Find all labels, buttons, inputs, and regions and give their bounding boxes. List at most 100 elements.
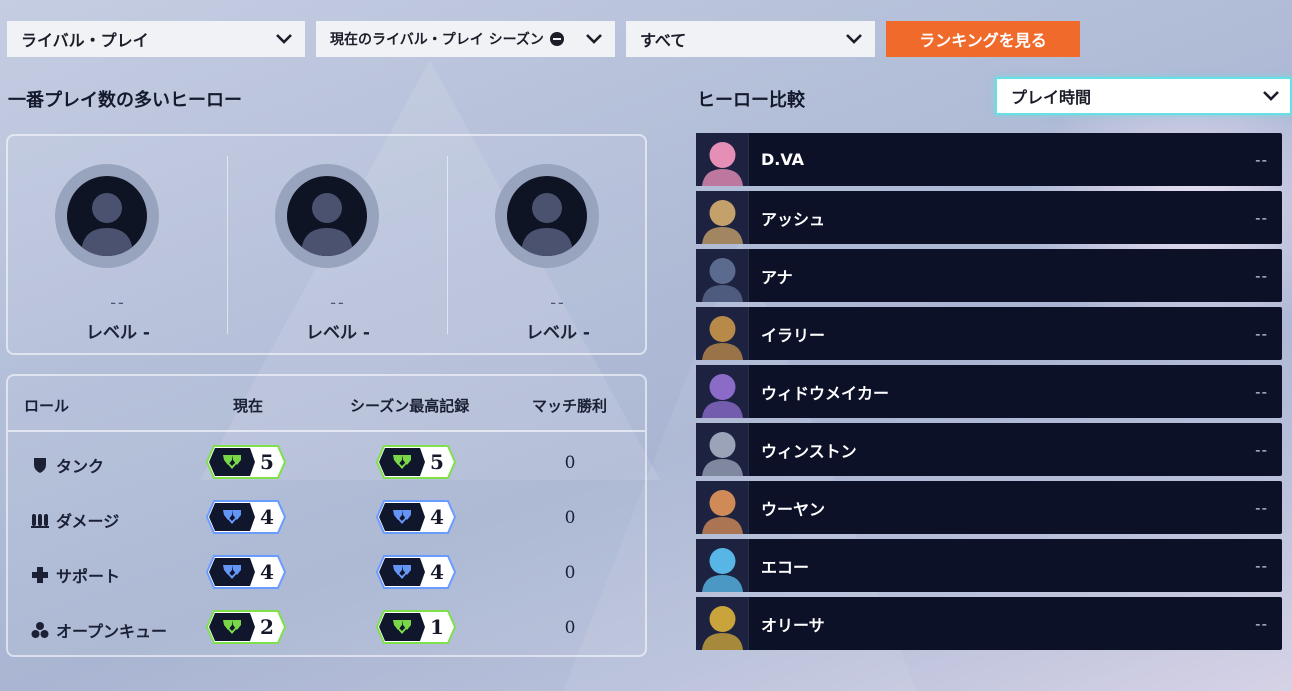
ranking-button[interactable]: ランキングを見る [886,21,1080,57]
avatar [275,164,379,268]
mode-dropdown-label: ライバル・プレイ [21,31,149,50]
avatar [495,164,599,268]
current-rank-number: 4 [260,505,274,529]
hero-level: レベル - [86,323,150,343]
hero-compare-name: ウーヤン [761,499,826,519]
cross-icon [30,565,50,585]
role-row: タンク 5 5 0 [0,443,648,483]
most-played-panel: -- レベル - -- レベル - -- レベル - [6,134,647,355]
hero-compare-value: -- [1255,498,1268,517]
season-best-rank-number: 1 [430,615,444,639]
bullets-icon [30,510,50,530]
hero-portrait [696,481,749,534]
hero-portrait [696,249,749,302]
hero-portrait [696,133,749,186]
compare-metric-dropdown[interactable]: プレイ時間 [995,77,1292,115]
most-played-title: 一番プレイ数の多いヒーロー [8,90,242,111]
hero-compare-name: エコー [761,557,810,577]
hero-compare-value: -- [1255,324,1268,343]
role-row: オープンキュー 2 1 0 [0,608,648,648]
hero-level: レベル - [526,323,590,343]
hero-compare-value: -- [1255,208,1268,227]
chevron-down-icon [275,30,293,48]
hero-compare-row[interactable]: D.VA -- [696,133,1282,186]
hero-compare-value: -- [1255,556,1268,575]
season-best-rank-badge: 1 [376,610,456,644]
hero-compare-row[interactable]: ウィドウメイカー -- [696,365,1282,418]
season-best-rank-badge: 5 [376,445,456,479]
chevron-down-icon [845,30,863,48]
hero-compare-name: イラリー [761,325,826,345]
filter-dropdown[interactable]: すべて [626,21,875,57]
hero-compare-row[interactable]: アナ -- [696,249,1282,302]
role-name: オープンキュー [30,618,167,642]
hero-compare-value: -- [1255,382,1268,401]
match-wins: 0 [564,453,576,473]
season-best-rank-number: 4 [430,560,444,584]
hero-compare-row[interactable]: イラリー -- [696,307,1282,360]
season-dropdown-label: 現在のライバル・プレイ シーズン [330,32,544,48]
hero-name: -- [330,293,346,312]
hero-compare-row[interactable]: ウィンストン -- [696,423,1282,476]
header-role: ロール [24,397,70,415]
header-current: 現在 [233,397,264,415]
most-played-hero-slot: -- レベル - [448,136,668,352]
chevron-down-icon [585,30,603,48]
season-dropdown[interactable]: 現在のライバル・プレイ シーズン [316,21,615,57]
avatar [55,164,159,268]
season-best-rank-number: 4 [430,505,444,529]
role-label: サポート [56,567,121,586]
current-rank-badge: 2 [206,610,286,644]
current-rank-badge: 5 [206,445,286,479]
hero-compare-value: -- [1255,266,1268,285]
header-wins: マッチ勝利 [532,397,608,415]
compare-metric-label: プレイ時間 [1011,88,1092,107]
role-name: ダメージ [30,508,119,532]
hero-name: -- [110,293,126,312]
season-icon [549,32,564,46]
hero-compare-row[interactable]: ウーヤン -- [696,481,1282,534]
hero-name: -- [550,293,566,312]
role-label: オープンキュー [56,622,168,641]
person-silhouette-icon [81,193,133,256]
filter-dropdown-label: すべて [640,31,687,50]
hero-compare-name: ウィドウメイカー [761,383,890,403]
mode-dropdown[interactable]: ライバル・プレイ [7,21,305,57]
role-name: サポート [30,563,120,587]
hero-compare-value: -- [1255,440,1268,459]
hero-level: レベル - [306,323,370,343]
hero-compare-name: ウィンストン [761,441,857,461]
person-silhouette-icon [301,193,353,256]
hero-compare-row[interactable]: エコー -- [696,539,1282,592]
shield-icon [30,455,50,475]
hero-compare-title: ヒーロー比較 [697,90,805,111]
hero-portrait [696,307,749,360]
most-played-hero-slot: -- レベル - [228,136,448,352]
current-rank-badge: 4 [206,500,286,534]
hero-compare-value: -- [1255,150,1268,169]
role-row: サポート 4 4 0 [0,553,648,593]
hero-compare-row[interactable]: オリーサ -- [696,597,1282,650]
role-row: ダメージ 4 4 0 [0,498,648,538]
hero-compare-value: -- [1255,614,1268,633]
match-wins: 0 [564,508,576,528]
person-silhouette-icon [521,193,573,256]
hero-compare-name: D.VA [761,150,805,169]
hero-compare-name: アッシュ [761,209,826,229]
hero-compare-name: オリーサ [761,615,825,635]
hero-portrait [696,423,749,476]
header-divider [8,430,645,432]
match-wins: 0 [564,563,576,583]
current-rank-number: 4 [260,560,274,584]
hero-portrait [696,365,749,418]
hero-portrait [696,539,749,592]
current-rank-number: 5 [260,450,274,474]
open-queue-icon [30,620,50,640]
hero-compare-row[interactable]: アッシュ -- [696,191,1282,244]
hero-portrait [696,191,749,244]
season-best-rank-badge: 4 [376,500,456,534]
season-best-rank-number: 5 [430,450,444,474]
role-name: タンク [30,453,104,477]
current-rank-badge: 4 [206,555,286,589]
most-played-hero-slot: -- レベル - [8,136,228,352]
